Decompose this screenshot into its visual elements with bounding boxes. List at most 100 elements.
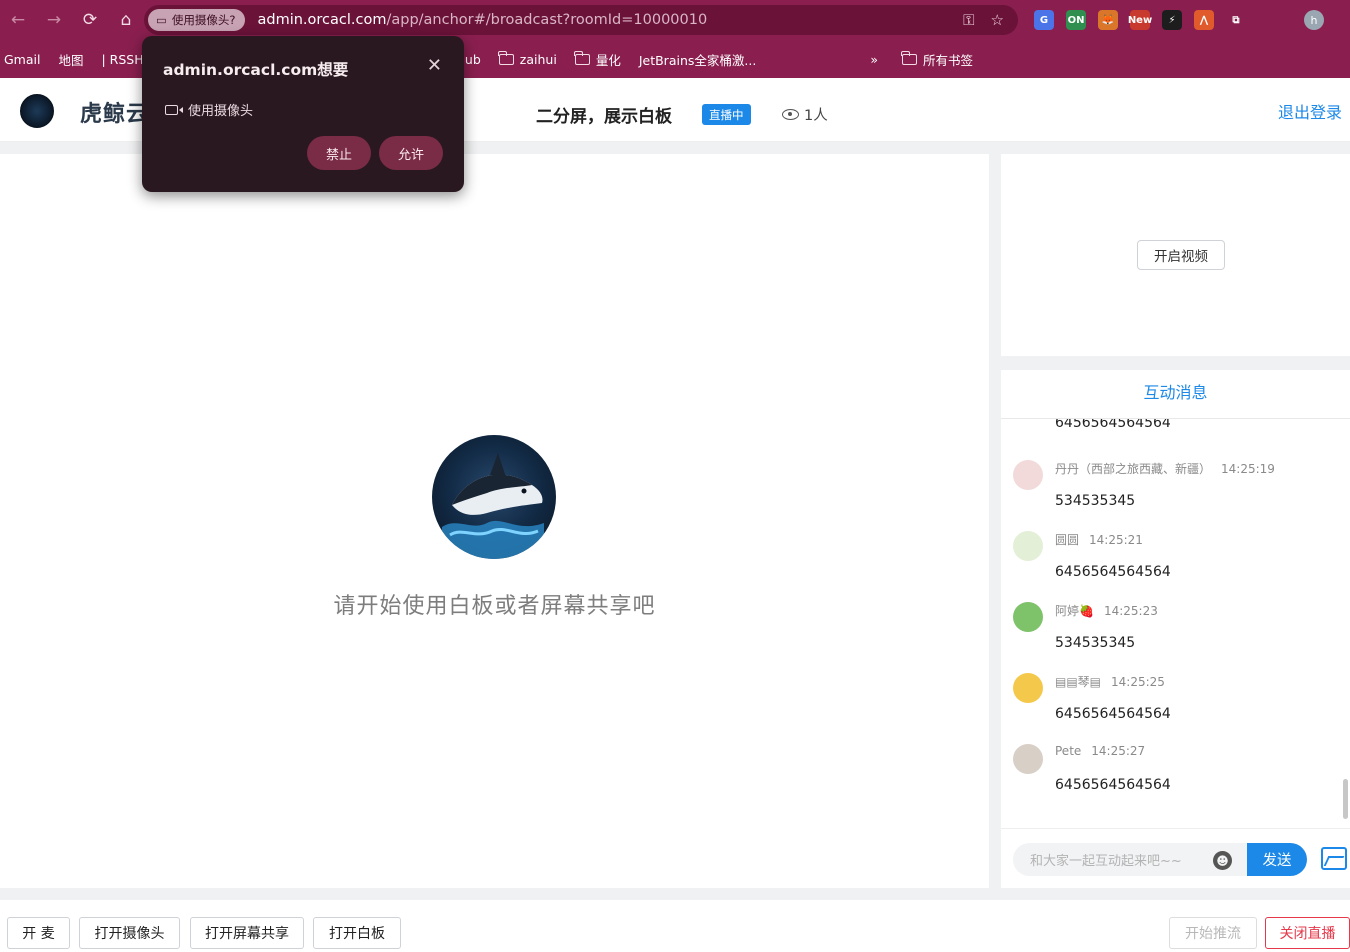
bookmark-item[interactable]: 地图	[58, 50, 83, 69]
start-push-button[interactable]: 开始推流	[1169, 917, 1257, 949]
chat-timestamp: 14:25:19	[1221, 462, 1275, 476]
chat-timestamp: 14:25:27	[1091, 744, 1146, 758]
camera-permission-chip[interactable]: ▭ 使用摄像头?	[148, 9, 246, 31]
fox-icon[interactable]: 🦊	[1098, 10, 1118, 30]
bookmark-label: zaihui	[519, 51, 557, 67]
chat-message-meta: 阿婷🍓 14:25:23	[1055, 602, 1158, 619]
bookmark-label: 地图	[58, 52, 84, 68]
reload-icon[interactable]: ⟳	[72, 0, 108, 40]
control-bar: 开 麦 打开摄像头 打开屏幕共享 打开白板 开始推流 关闭直播	[0, 900, 1350, 952]
previous-message-text: 6456564564564	[1055, 419, 1171, 431]
permission-item-label: 使用摄像头	[188, 104, 254, 119]
back-icon[interactable]: ←	[0, 0, 36, 40]
folder-icon	[574, 50, 590, 65]
chat-username: 阿婷🍓	[1055, 604, 1094, 618]
chat-input-area: 和大家一起互动起来吧~~ ☻ 发送	[1001, 828, 1350, 888]
chat-message-meta: ▤▤琴▤ 14:25:25	[1055, 673, 1165, 690]
image-upload-icon[interactable]	[1321, 847, 1347, 870]
allow-button[interactable]: 允许	[379, 136, 443, 170]
bookmark-label: JetBrains全家桶激...	[638, 52, 757, 68]
chat-username: 丹丹（西部之旅西藏、新疆）	[1055, 462, 1212, 476]
emoji-icon[interactable]: ☻	[1213, 851, 1232, 870]
chat-message: ▤▤琴▤ 14:25:25 6456564564564	[1001, 673, 1341, 744]
whiteboard-button[interactable]: 打开白板	[313, 917, 401, 949]
room-title: 二分屏，展示白板	[536, 107, 672, 127]
camera-icon	[165, 104, 178, 115]
viewer-count-label: 1人	[804, 108, 828, 124]
puzzle-icon[interactable]: ⧉	[1226, 10, 1246, 30]
chat-message: Pete 14:25:27 6456564564564	[1001, 744, 1341, 815]
permission-item: 使用摄像头	[165, 100, 253, 119]
chat-message-meta: 圆圆 14:25:21	[1055, 531, 1143, 548]
star-icon[interactable]: ☆	[991, 11, 1004, 29]
arrow-extension-icon[interactable]: ⋀	[1194, 10, 1214, 30]
screen-share-button[interactable]: 打开屏幕共享	[190, 917, 304, 949]
stage-gutter	[989, 154, 1001, 888]
extensions-bar: G ON 🦊 New ⚡ ⋀ ⧉	[1034, 8, 1246, 32]
mic-button[interactable]: 开 麦	[7, 917, 70, 949]
folder-icon	[901, 50, 917, 65]
bookmark-item[interactable]: Gmail	[4, 52, 40, 67]
avatar	[1013, 460, 1043, 490]
profile-avatar[interactable]: h	[1304, 10, 1324, 30]
eye-icon	[782, 109, 799, 120]
chat-timestamp: 14:25:21	[1089, 533, 1143, 547]
translate-icon[interactable]: G	[1034, 10, 1054, 30]
camera-chip-label: 使用摄像头?	[171, 13, 236, 27]
avatar	[1013, 744, 1043, 774]
chat-message: 圆圆 14:25:21 6456564564564	[1001, 531, 1341, 602]
deny-button[interactable]: 禁止	[307, 136, 371, 170]
chat-message: 丹丹（西部之旅西藏、新疆） 14:25:19 534535345	[1001, 460, 1341, 531]
orca-logo-icon	[20, 94, 54, 128]
open-video-button[interactable]: 开启视频	[1137, 240, 1225, 270]
bookmark-label: »	[870, 51, 878, 67]
camera-permission-popup: admin.orcacl.com想要 ✕ 使用摄像头 禁止 允许	[142, 36, 464, 192]
avatar	[1013, 531, 1043, 561]
bookmark-item[interactable]: 量化	[574, 50, 621, 69]
bookmark-label: 所有书签	[922, 52, 973, 68]
avatar	[1013, 602, 1043, 632]
bookmark-item[interactable]: zaihui	[498, 50, 557, 67]
camera-button[interactable]: 打开摄像头	[79, 917, 180, 949]
brand-name: 虎鲸云	[80, 102, 150, 127]
bookmark-label: Gmail	[4, 51, 41, 67]
footer-divider	[0, 888, 1350, 900]
chat-message-text: 534535345	[1055, 635, 1136, 651]
logout-link[interactable]: 退出登录	[1278, 99, 1342, 123]
orca-logo-large-icon	[432, 435, 556, 559]
main-stage: 请开始使用白板或者屏幕共享吧	[0, 154, 989, 888]
send-button[interactable]: 发送	[1247, 843, 1307, 876]
chat-message-text: 6456564564564	[1055, 777, 1171, 793]
key-icon[interactable]: ⚿	[963, 11, 974, 29]
chat-message-meta: 丹丹（西部之旅西藏、新疆） 14:25:19	[1055, 460, 1275, 477]
video-panel: 开启视频	[1001, 154, 1350, 356]
home-icon[interactable]: ⌂	[108, 0, 144, 40]
address-bar[interactable]: ▭ 使用摄像头? admin.orcacl.com/app/anchor#/br…	[144, 5, 1018, 35]
url-path: /app/anchor#/broadcast?roomId=10000010	[386, 12, 708, 28]
close-icon[interactable]: ✕	[427, 55, 442, 76]
chat-message: 阿婷🍓 14:25:23 534535345	[1001, 602, 1341, 673]
bookmark-item[interactable]: JetBrains全家桶激...	[639, 50, 756, 69]
chat-scrollbar[interactable]	[1343, 779, 1348, 819]
on-extension-icon[interactable]: ON	[1066, 10, 1086, 30]
chat-panel: 互动消息 6456564564564 丹丹（西部之旅西藏、新疆） 14:25:19…	[1001, 370, 1350, 888]
chat-message-text: 534535345	[1055, 493, 1136, 509]
bookmark-item[interactable]: »	[870, 52, 878, 67]
chat-message-text: 6456564564564	[1055, 706, 1171, 722]
chat-username: ▤▤琴▤	[1055, 675, 1102, 689]
end-live-button[interactable]: 关闭直播	[1265, 917, 1350, 949]
bookmark-item[interactable]: 所有书签	[901, 50, 973, 69]
chat-message-meta: Pete 14:25:27	[1055, 744, 1145, 758]
new-extension-icon[interactable]: New	[1128, 10, 1152, 30]
url-text[interactable]: admin.orcacl.com/app/anchor#/broadcast?r…	[257, 12, 707, 28]
chat-message-text: 6456564564564	[1055, 564, 1171, 580]
forward-icon[interactable]: →	[36, 0, 72, 40]
chat-title: 互动消息	[1001, 370, 1350, 419]
chat-message-list[interactable]: 6456564564564 丹丹（西部之旅西藏、新疆） 14:25:19 53453…	[1001, 419, 1350, 823]
url-host: admin.orcacl.com	[257, 12, 387, 28]
camera-chip-icon: ▭	[156, 13, 167, 27]
viewer-count: 1人	[782, 104, 828, 125]
bolt-icon[interactable]: ⚡	[1162, 10, 1182, 30]
stage-placeholder-text: 请开始使用白板或者屏幕共享吧	[333, 594, 656, 619]
avatar	[1013, 673, 1043, 703]
